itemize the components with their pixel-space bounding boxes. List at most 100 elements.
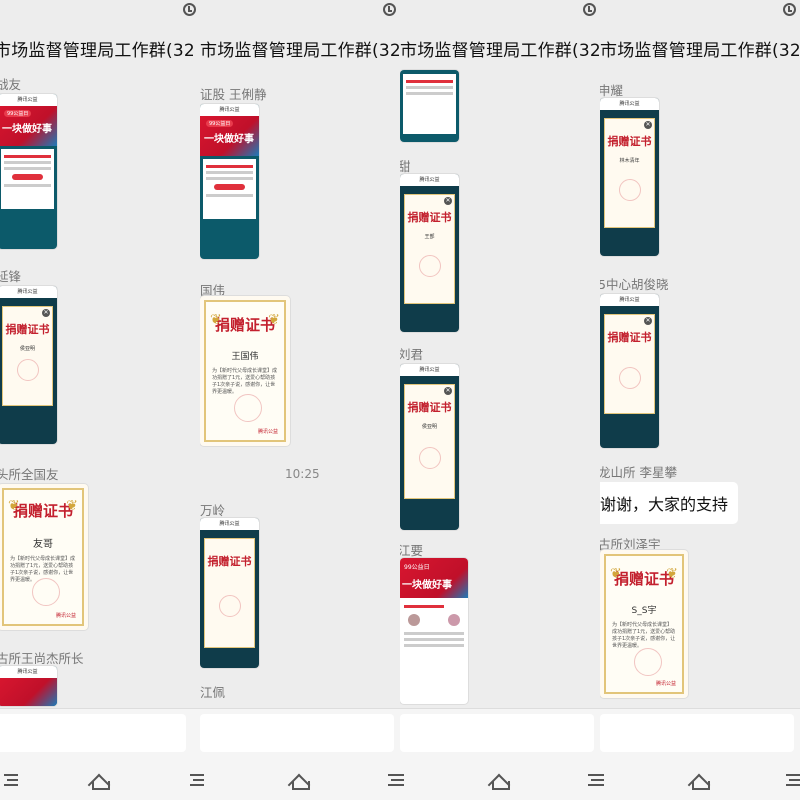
certificate-title: 捐赠证书 xyxy=(607,135,652,148)
certificate-text: 为【新时代父母成长课堂】成功捐赠了1元，送爱心帮助孩子1次亲子说，感谢你，让世界… xyxy=(612,622,676,649)
screenshot-message[interactable]: 腾讯公益 99公益日 一块做好事 xyxy=(200,104,259,259)
sender-name: 5中心胡俊晓 xyxy=(600,277,669,292)
message-input[interactable] xyxy=(200,714,394,752)
laurel-icon: ❦ xyxy=(610,566,622,582)
sender-name: 延锋 xyxy=(0,269,22,284)
chat-column-3: 市场监督管理局工作群(32 甜 腾讯公益 ✕ 捐赠证书 王部 刘君 腾讯公益 ✕… xyxy=(400,0,600,800)
chat-column-4: 市场监督管理局工作群(32 申耀 腾讯公益 ✕ 捐赠证书 林木清年 5中心胡俊晓… xyxy=(600,0,800,800)
app-header: 腾讯公益 xyxy=(600,294,659,306)
message-input[interactable] xyxy=(600,714,794,752)
seal-icon xyxy=(619,179,641,201)
alarm-icon xyxy=(583,3,596,16)
sender-name: 甜 xyxy=(400,159,411,174)
menu-icon[interactable] xyxy=(190,774,200,786)
menu-icon[interactable] xyxy=(400,774,404,786)
message-input[interactable] xyxy=(400,714,594,752)
laurel-icon: ❦ xyxy=(66,498,78,514)
card xyxy=(1,149,54,209)
app-header: 腾讯公益 xyxy=(0,286,57,298)
certificate-title: 捐赠证书 xyxy=(607,331,652,344)
app-header: 腾讯公益 xyxy=(400,174,459,186)
menu-icon[interactable] xyxy=(200,774,204,786)
close-icon: ✕ xyxy=(42,309,50,317)
app-header: 腾讯公益 xyxy=(600,98,659,110)
screenshot-message[interactable]: 99公益日 一块做好事 xyxy=(400,558,468,704)
certificate-message[interactable]: ❦ ❦ 捐赠证书 王国伟 为【新时代父母成长课堂】成功捐赠了1元，送爱心帮助孩子… xyxy=(200,296,290,446)
card xyxy=(403,74,456,134)
chat-column-1: 市场监督管理局工作群(32 战友 腾讯公益 99公益日 一块做好事 延锋 腾讯公… xyxy=(0,0,200,800)
certificate-screenshot-message[interactable]: 腾讯公益 ✕ 捐赠证书 侯亚明 xyxy=(400,364,459,530)
certificate-name: 王部 xyxy=(424,234,435,240)
seal-icon xyxy=(32,578,60,606)
message-input[interactable] xyxy=(0,714,186,752)
seal-icon xyxy=(219,595,241,617)
sender-name: 江要 xyxy=(400,543,424,558)
group-title: 市场监督管理局工作群(32 xyxy=(0,41,195,61)
home-icon[interactable] xyxy=(88,772,110,790)
app-header: 腾讯公益 xyxy=(0,94,57,106)
banner: 99公益日 一块做好事 xyxy=(400,558,468,598)
certificate-logo: 腾讯公益 xyxy=(257,429,278,435)
banner-tag: 99公益日 xyxy=(206,120,234,127)
input-bar xyxy=(200,708,400,758)
certificate-name: 侯亚明 xyxy=(19,346,35,352)
sender-name: 刘君 xyxy=(400,347,424,362)
text-message[interactable]: 谢谢，大家的支持 xyxy=(600,482,739,524)
menu-icon[interactable] xyxy=(388,774,400,786)
laurel-icon: ❦ xyxy=(666,566,678,582)
certificate-screenshot-message[interactable]: 腾讯公益 ✕ 捐赠证书 侯亚明 xyxy=(0,286,57,444)
laurel-icon: ❦ xyxy=(268,312,280,328)
sender-name: 证股 王俐静 xyxy=(200,87,267,102)
certificate-frame: ❦ ❦ 捐赠证书 王国伟 为【新时代父母成长课堂】成功捐赠了1元，送爱心帮助孩子… xyxy=(204,300,286,442)
certificate-title: 捐赠证书 xyxy=(407,401,452,414)
screenshot-message[interactable]: 腾讯公益 xyxy=(0,666,57,706)
sender-name: 古所王尚杰所长 xyxy=(0,651,84,666)
menu-icon[interactable] xyxy=(4,774,18,786)
card xyxy=(400,598,468,654)
alarm-icon xyxy=(183,3,196,16)
certificate-name: 林木清年 xyxy=(619,158,640,164)
alarm-icon xyxy=(383,3,396,16)
screenshot-message[interactable] xyxy=(400,70,459,142)
certificate-screenshot-message[interactable]: 腾讯公益 ✕ 捐赠证书 王部 xyxy=(400,174,459,332)
certificate-text: 为【新时代父母成长课堂】成功捐赠了1元，送爱心帮助孩子1次亲子说，感谢你，让世界… xyxy=(212,368,278,395)
app-header: 腾讯公益 xyxy=(200,518,259,530)
certificate-screenshot-message[interactable]: 腾讯公益 ✕ 捐赠证书 林木清年 xyxy=(600,98,659,256)
sender-name: 万岭 xyxy=(200,503,226,518)
banner-title: 一块做好事 xyxy=(2,124,52,135)
certificate-logo: 腾讯公益 xyxy=(55,613,76,619)
timestamp: 10:25 xyxy=(285,467,320,481)
certificate-screenshot-message[interactable]: 腾讯公益 ✕ 捐赠证书 xyxy=(600,294,659,448)
certificate-panel: ✕ 捐赠证书 侯亚明 xyxy=(2,306,53,406)
certificate-title: 捐赠证书 xyxy=(5,323,50,336)
certificate-name: S_S宇 xyxy=(631,606,657,616)
close-icon: ✕ xyxy=(444,387,452,395)
seal-icon xyxy=(619,367,641,389)
certificate-panel: 捐赠证书 xyxy=(204,538,255,648)
nav-bar xyxy=(600,758,800,800)
group-title: 市场监督管理局工作群(32 xyxy=(600,41,800,61)
home-icon[interactable] xyxy=(288,772,310,790)
input-bar xyxy=(600,708,800,758)
sender-name: 江佩 xyxy=(200,685,226,700)
certificate-screenshot-message[interactable]: 腾讯公益 捐赠证书 xyxy=(200,518,259,668)
certificate-name: 侯亚明 xyxy=(421,424,437,430)
certificate-name: 王国伟 xyxy=(231,352,259,362)
home-icon[interactable] xyxy=(688,772,710,790)
certificate-panel: ✕ 捐赠证书 王部 xyxy=(404,194,455,304)
status-bar xyxy=(400,0,600,22)
app-header: 腾讯公益 xyxy=(0,666,57,678)
banner: 99公益日 一块做好事 xyxy=(200,116,259,156)
screenshot-message[interactable]: 腾讯公益 99公益日 一块做好事 xyxy=(0,94,57,249)
certificate-title: 捐赠证书 xyxy=(207,555,252,568)
menu-icon[interactable] xyxy=(600,774,604,786)
certificate-frame: ❦ ❦ 捐赠证书 友哥 为【新时代父母成长课堂】成功捐赠了1元，送爱心帮助孩子1… xyxy=(2,488,84,626)
laurel-icon: ❦ xyxy=(210,312,222,328)
certificate-panel: ✕ 捐赠证书 林木清年 xyxy=(604,118,655,228)
menu-icon[interactable] xyxy=(588,774,600,786)
banner-title: 一块做好事 xyxy=(402,580,452,591)
certificate-message[interactable]: ❦ ❦ 捐赠证书 S_S宇 为【新时代父母成长课堂】成功捐赠了1元，送爱心帮助孩… xyxy=(600,550,688,698)
menu-icon[interactable] xyxy=(786,774,800,786)
home-icon[interactable] xyxy=(488,772,510,790)
certificate-message[interactable]: ❦ ❦ 捐赠证书 友哥 为【新时代父母成长课堂】成功捐赠了1元，送爱心帮助孩子1… xyxy=(0,484,88,630)
